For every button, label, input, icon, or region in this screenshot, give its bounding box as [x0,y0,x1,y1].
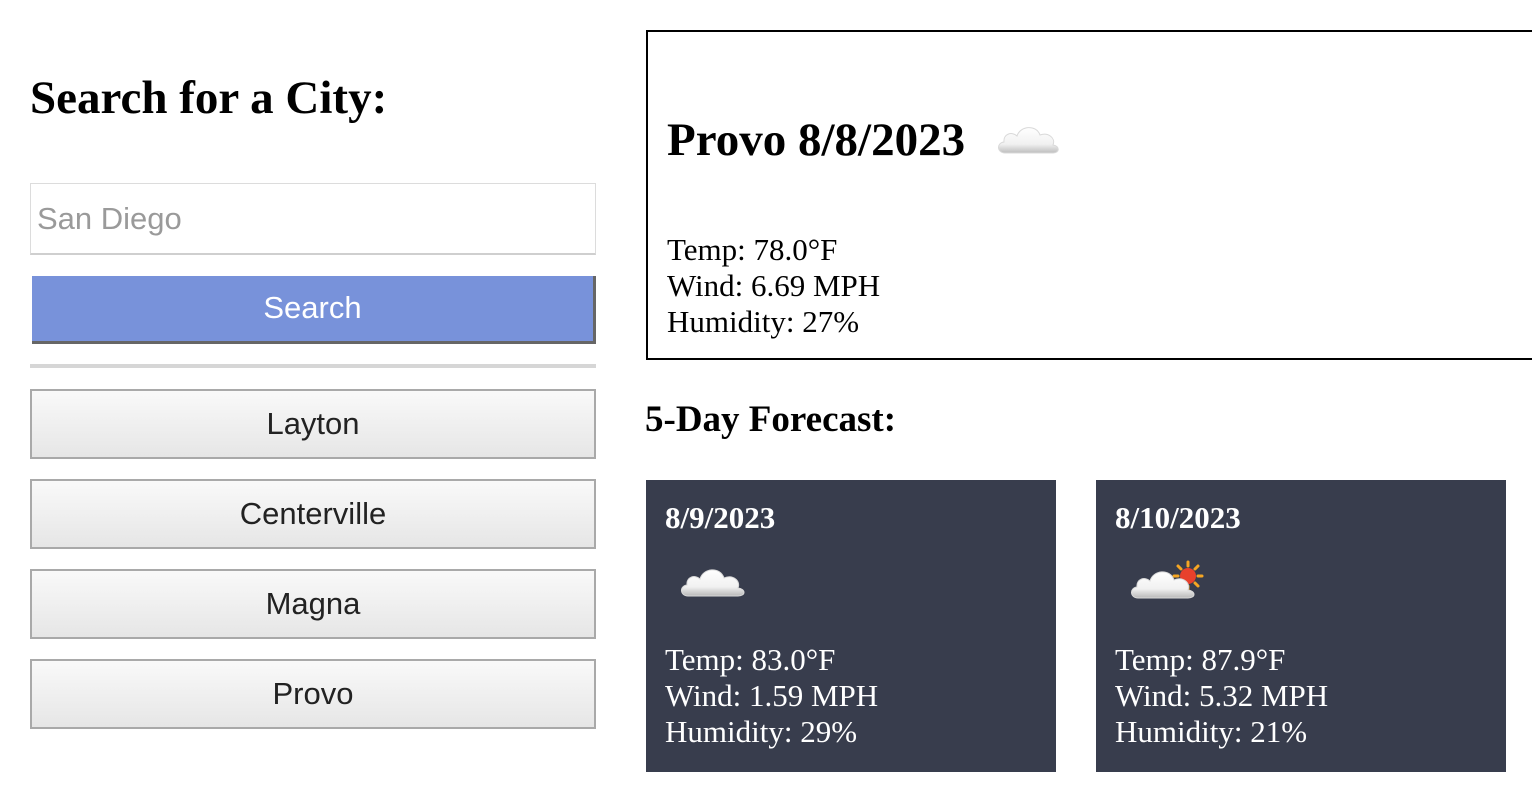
search-button[interactable]: Search [32,276,596,344]
search-title: Search for a City: [30,72,388,124]
forecast-title: 5-Day Forecast: [645,399,897,440]
forecast-date: 8/10/2023 [1115,500,1241,535]
forecast-wind: Wind: 5.32 MPH [1115,678,1329,713]
forecast-stats: Temp: 83.0°F Wind: 1.59 MPH Humidity: 29… [665,642,878,750]
forecast-card: 8/10/2023 Temp: 87.9°F Wind: 5.32 MPH Hu… [1096,480,1506,772]
cloud-icon [681,569,745,597]
search-history-list: Layton Centerville Magna Provo [30,389,596,749]
history-button-layton[interactable]: Layton [30,389,596,459]
history-button-provo[interactable]: Provo [30,659,596,729]
current-city-date: Provo 8/8/2023 [667,114,966,166]
forecast-temp: Temp: 87.9°F [1115,642,1286,677]
current-wind: Wind: 6.69 MPH [667,268,881,303]
divider [30,364,596,368]
forecast-humidity: Humidity: 29% [665,714,858,749]
current-weather-heading: Provo 8/8/2023 [667,112,1065,168]
current-humidity: Humidity: 27% [667,304,860,339]
current-temp: Temp: 78.0°F [667,232,838,267]
current-weather-stats: Temp: 78.0°F Wind: 6.69 MPH Humidity: 27… [667,232,880,340]
forecast-wind: Wind: 1.59 MPH [665,678,879,713]
forecast-stats: Temp: 87.9°F Wind: 5.32 MPH Humidity: 21… [1115,642,1328,750]
forecast-humidity: Humidity: 21% [1115,714,1308,749]
cloud-icon [998,127,1059,154]
forecast-card: 8/9/2023 Temp: 83.0°F Wind: 1.59 MPH Hum… [646,480,1056,772]
sun-behind-cloud-icon [1131,560,1204,599]
forecast-temp: Temp: 83.0°F [665,642,836,677]
history-button-centerville[interactable]: Centerville [30,479,596,549]
forecast-date: 8/9/2023 [665,500,776,535]
city-search-input[interactable] [30,183,596,255]
history-button-magna[interactable]: Magna [30,569,596,639]
current-weather-panel: Provo 8/8/2023 Temp: 78.0°F Wind: 6.69 M… [646,30,1532,360]
